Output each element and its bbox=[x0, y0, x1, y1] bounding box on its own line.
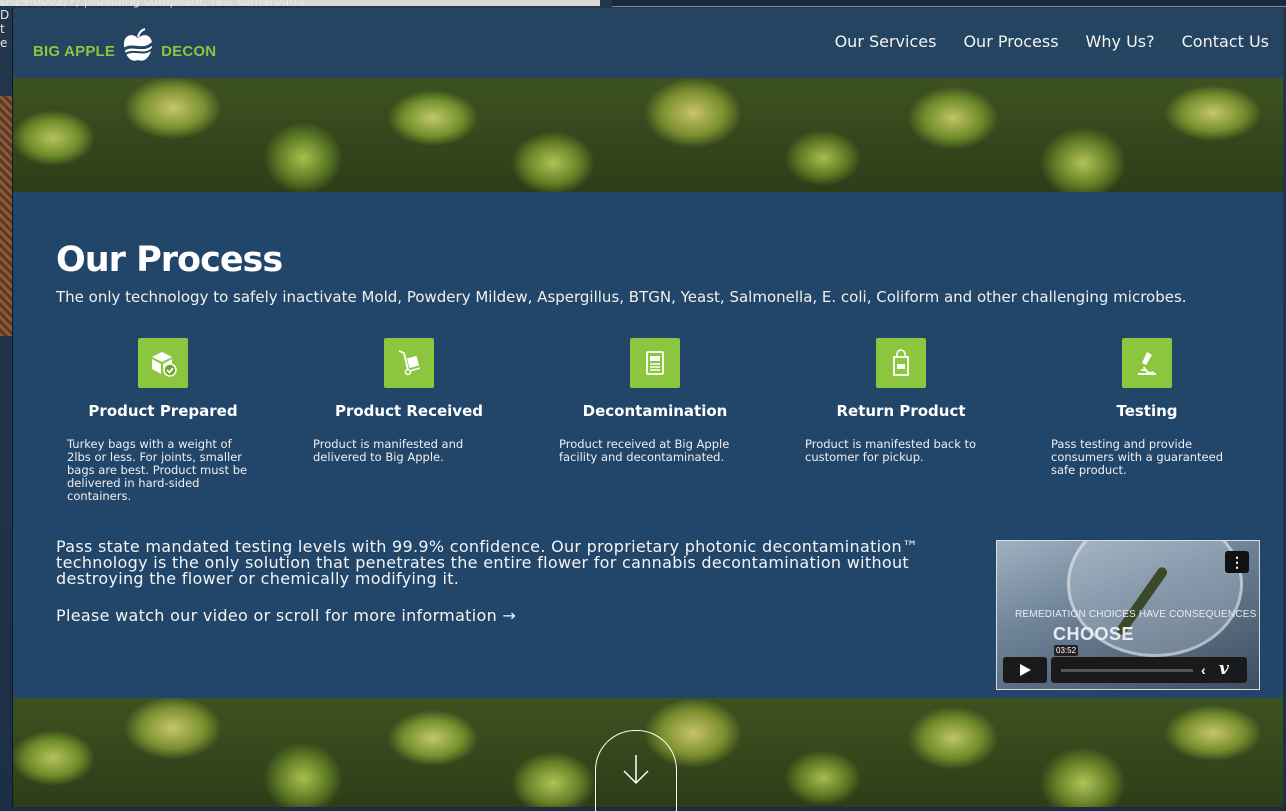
step-description: Turkey bags with a weight of 2lbs or les… bbox=[67, 437, 248, 503]
nav-our-process[interactable]: Our Process bbox=[963, 32, 1058, 51]
nav-menu: Our Services Our Process Why Us? Contact… bbox=[835, 32, 1269, 51]
machine-icon bbox=[630, 338, 680, 388]
video-menu-button[interactable]: ⋮ bbox=[1225, 551, 1249, 573]
brand-name-right: DECON bbox=[161, 42, 217, 60]
play-button[interactable] bbox=[1003, 657, 1047, 683]
hand-truck-icon bbox=[384, 338, 434, 388]
nav-our-services[interactable]: Our Services bbox=[835, 32, 937, 51]
process-step: Return Product Product is manifested bac… bbox=[801, 338, 1001, 464]
step-description: Product received at Big Apple facility a… bbox=[559, 437, 730, 464]
background-strip bbox=[612, 0, 1286, 7]
step-title: Decontamination bbox=[582, 402, 728, 420]
step-title: Return Product bbox=[836, 402, 966, 420]
bag-icon bbox=[876, 338, 926, 388]
step-title: Product Received bbox=[334, 402, 483, 420]
background-text-line: D-29-0002/7) providing compliant, fast t… bbox=[0, 0, 305, 8]
video-progress-track[interactable] bbox=[1061, 669, 1193, 672]
section-subtitle: The only technology to safely inactivate… bbox=[56, 288, 1187, 306]
apple-icon bbox=[122, 28, 156, 61]
navbar: BIG APPLE DECON Our Services Our Process… bbox=[13, 8, 1283, 78]
brand-name-left: BIG APPLE bbox=[33, 42, 116, 60]
process-step: Product Prepared Turkey bags with a weig… bbox=[63, 338, 263, 503]
video-player[interactable]: ⋮ REMEDIATION CHOICES HAVE CONSEQUENCES … bbox=[996, 540, 1260, 690]
step-description: Product is manifested back to customer f… bbox=[805, 437, 977, 464]
brand-logo[interactable]: BIG APPLE DECON bbox=[33, 28, 217, 70]
video-headline: REMEDIATION CHOICES HAVE CONSEQUENCES bbox=[1015, 609, 1257, 620]
background-image bbox=[0, 96, 12, 336]
process-step: Testing Pass testing and provide consume… bbox=[1047, 338, 1247, 477]
process-step: Decontamination Product received at Big … bbox=[555, 338, 755, 464]
step-description: Product is manifested and delivered to B… bbox=[313, 437, 464, 464]
section-title: Our Process bbox=[56, 240, 283, 280]
nav-why-us[interactable]: Why Us? bbox=[1086, 32, 1155, 51]
video-control-bar: ‹ v bbox=[1051, 657, 1247, 683]
step-description: Pass testing and provide consumers with … bbox=[1051, 437, 1223, 477]
chevron-left-icon[interactable]: ‹ bbox=[1201, 662, 1206, 678]
microscope-icon bbox=[1122, 338, 1172, 388]
website-window: BIG APPLE DECON Our Services Our Process… bbox=[12, 8, 1283, 807]
watch-video-link[interactable]: Please watch our video or scroll for mor… bbox=[56, 606, 516, 625]
arrow-down-icon bbox=[623, 755, 649, 785]
process-step: Product Received Product is manifested a… bbox=[309, 338, 509, 464]
vimeo-logo-icon[interactable]: v bbox=[1219, 659, 1229, 679]
scroll-down-button[interactable] bbox=[595, 730, 677, 811]
video-duration: 03:52 bbox=[1054, 645, 1079, 656]
step-title: Testing bbox=[1116, 402, 1178, 420]
process-body-text: Pass state mandated testing levels with … bbox=[56, 537, 919, 588]
cannabis-banner-top bbox=[13, 78, 1283, 192]
video-title-word: CHOOSE bbox=[1053, 624, 1135, 644]
nav-contact-us[interactable]: Contact Us bbox=[1182, 32, 1269, 51]
process-section: Our Process The only technology to safel… bbox=[13, 192, 1283, 698]
step-title: Product Prepared bbox=[88, 402, 238, 420]
video-controls: ‹ v bbox=[1003, 657, 1247, 683]
box-check-icon bbox=[138, 338, 188, 388]
